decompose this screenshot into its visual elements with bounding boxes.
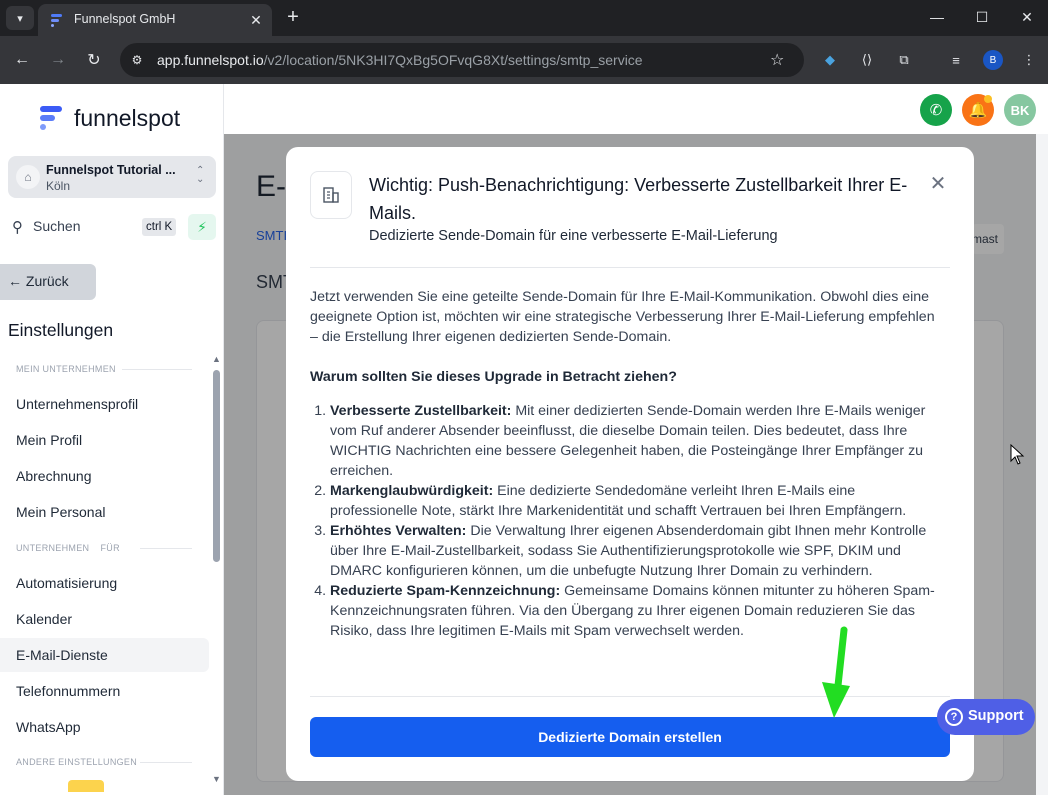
modal-title: Wichtig: Push-Benachrichtigung: Verbesse… [369, 175, 908, 223]
window-close-icon[interactable]: ✕ [1012, 6, 1042, 28]
browser-toolbar: ← → ↻ ⚙ app.funnelspot.io/v2/location/5N… [0, 36, 1048, 84]
modal-intro: Jetzt verwenden Sie eine geteilte Sende-… [310, 289, 935, 345]
sidebar: funnelspot ⌂ Funnelspot Tutorial ... Köl… [0, 84, 224, 795]
sidebar-item-mein-personal[interactable]: Mein Personal [16, 504, 106, 520]
close-icon[interactable]: ✕ [926, 171, 950, 195]
benefit-list: Verbesserte Zustellbarkeit: Mit einer de… [330, 401, 940, 641]
account-switcher[interactable]: ⌂ Funnelspot Tutorial ... Köln ⌃ ⌄ [8, 156, 216, 198]
extension-diamond-icon[interactable]: ◆ [820, 50, 840, 70]
sidebar-scroll-thumb[interactable] [213, 370, 220, 562]
section-divider [140, 762, 192, 763]
tab-list-chevron-icon[interactable]: ▾ [6, 6, 34, 30]
sidebar-search[interactable]: ⚲ Suchen ctrl K [8, 214, 182, 240]
section-business: UNTERNEHMEN FÜR [16, 543, 120, 553]
benefit-title: Markenglaubwürdigkeit: [330, 483, 494, 499]
search-icon: ⚲ [12, 219, 23, 236]
benefit-title: Erhöhtes Verwalten: [330, 523, 467, 539]
new-tab-plus-icon[interactable]: + [282, 6, 304, 28]
list-item: Erhöhtes Verwalten: Die Verwaltung Ihrer… [330, 521, 940, 581]
minimize-icon[interactable]: — [922, 6, 952, 28]
profile-avatar[interactable]: B [983, 50, 1003, 70]
support-label: Support [968, 708, 1024, 724]
sidebar-item-unternehmensprofil[interactable]: Unternehmensprofil [16, 396, 138, 412]
sidebar-item-whatsapp[interactable]: WhatsApp [16, 719, 81, 735]
logo-text: funnelspot [74, 105, 181, 131]
back-label: ← Zurück [8, 273, 69, 289]
search-shortcut: ctrl K [142, 218, 177, 236]
quick-action-bolt-icon[interactable]: ⚡ [188, 214, 216, 240]
new-badge [68, 780, 104, 792]
phone-icon[interactable]: ✆ [920, 94, 952, 126]
app-topbar: ✆ 🔔 BK [224, 84, 1048, 134]
sidebar-item-automatisierung[interactable]: Automatisierung [16, 575, 117, 591]
location-icon: ⌂ [16, 165, 40, 189]
sidebar-item-abrechnung[interactable]: Abrechnung [16, 468, 92, 484]
sidebar-item-telefonnummern[interactable]: Telefonnummern [16, 683, 120, 699]
funnelspot-logo-icon [40, 106, 62, 130]
section-other-settings: ANDERE EINSTELLUNGEN [16, 757, 138, 767]
chevron-updown-icon: ⌃ ⌄ [196, 165, 205, 185]
list-item: Verbesserte Zustellbarkeit: Mit einer de… [330, 401, 940, 481]
tab-close-icon[interactable]: ✕ [246, 10, 266, 30]
site-info-icon[interactable]: ⚙ [128, 51, 146, 69]
building-icon [310, 171, 352, 219]
forward-arrow-icon[interactable]: → [46, 48, 70, 72]
app-page: ✆ 🔔 BK E- SMTI SMT mast funnelspot ⌂ Fun… [0, 84, 1048, 795]
user-avatar[interactable]: BK [1004, 94, 1036, 126]
scroll-up-icon[interactable]: ▲ [212, 354, 221, 364]
modal-subtitle: Dedizierte Sende-Domain für eine verbess… [369, 228, 778, 244]
reload-icon[interactable]: ↻ [82, 48, 106, 72]
help-question-icon: ? [945, 708, 963, 726]
account-name: Funnelspot Tutorial ... [46, 163, 176, 177]
notification-dot [984, 95, 992, 103]
account-city: Köln [46, 179, 71, 193]
funnelspot-favicon-icon [51, 14, 62, 27]
extension-code-icon[interactable]: ⟨⟩ [857, 50, 877, 70]
url-host: app.funnelspot.io [157, 52, 264, 68]
push-notification-modal: Wichtig: Push-Benachrichtigung: Verbesse… [286, 147, 974, 781]
modal-divider [310, 267, 950, 268]
benefit-title: Reduzierte Spam-Kennzeichnung: [330, 583, 561, 599]
mouse-cursor-icon [1010, 444, 1025, 465]
support-button[interactable]: ? Support [937, 699, 1035, 735]
modal-body: Jetzt verwenden Sie eine geteilte Sende-… [310, 287, 940, 641]
sidebar-item-kalender[interactable]: Kalender [16, 611, 72, 627]
address-bar[interactable]: ⚙ app.funnelspot.io/v2/location/5NK3HI7Q… [120, 43, 804, 77]
sidebar-item-mein-profil[interactable]: Mein Profil [16, 432, 82, 448]
funnelspot-logo[interactable]: funnelspot [36, 104, 196, 134]
building-svg [323, 187, 339, 203]
url-path: /v2/location/5NK3HI7QxBg5OFvqG8Xt/settin… [263, 52, 643, 68]
browser-tab[interactable]: Funnelspot GmbH ✕ [38, 4, 272, 36]
browser-menu-icon[interactable]: ⋮ [1019, 50, 1039, 70]
bookmark-star-icon[interactable]: ☆ [770, 50, 784, 70]
section-divider [122, 369, 192, 370]
green-arrow-annotation-icon [822, 626, 850, 718]
tab-title: Funnelspot GmbH [74, 12, 176, 26]
scroll-down-icon[interactable]: ▼ [212, 774, 221, 784]
back-button[interactable]: ← Zurück [0, 264, 96, 300]
modal-question: Warum sollten Sie dieses Upgrade in Betr… [310, 369, 677, 385]
settings-title: Einstellungen [8, 320, 114, 340]
list-item: Markenglaubwürdigkeit: Eine dedizierte S… [330, 481, 940, 521]
page-scrollbar[interactable] [1036, 134, 1048, 795]
section-divider [140, 548, 192, 549]
sidebar-item-email-dienste[interactable]: E-Mail-Dienste [16, 647, 108, 663]
search-label: Suchen [33, 218, 81, 234]
extensions-puzzle-icon[interactable]: ⧉ [894, 50, 914, 70]
benefit-title: Verbesserte Zustellbarkeit: [330, 403, 512, 419]
browser-tab-bar: ▾ Funnelspot GmbH ✕ + — ☐ ✕ [0, 0, 1048, 36]
url-text: app.funnelspot.io/v2/location/5NK3HI7QxB… [157, 52, 643, 68]
maximize-icon[interactable]: ☐ [967, 6, 997, 28]
back-arrow-icon[interactable]: ← [10, 48, 34, 72]
section-my-company: MEIN UNTERNEHMEN [16, 364, 116, 374]
media-queue-icon[interactable]: ≡ [946, 50, 966, 70]
